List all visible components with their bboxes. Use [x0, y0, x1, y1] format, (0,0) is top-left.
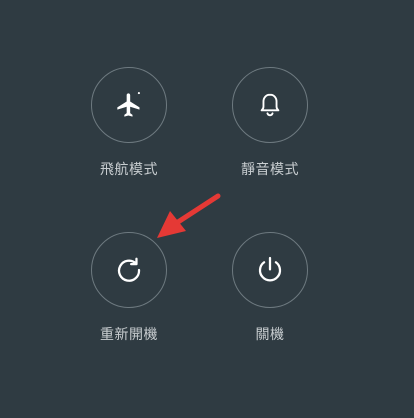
airplane-icon	[115, 91, 143, 119]
power-icon	[254, 254, 286, 286]
bell-icon	[256, 91, 284, 119]
reboot-circle[interactable]	[91, 232, 167, 308]
power-off-circle[interactable]	[232, 232, 308, 308]
silent-mode-label: 靜音模式	[241, 162, 299, 178]
reboot-button[interactable]: 重新開機	[70, 232, 190, 362]
silent-mode-button[interactable]: 靜音模式	[211, 67, 331, 197]
power-menu: 飛航模式 靜音模式 重新開機 關機	[0, 0, 414, 418]
power-off-label: 關機	[255, 327, 285, 343]
airplane-mode-button[interactable]: 飛航模式	[70, 67, 190, 197]
reboot-label: 重新開機	[100, 327, 158, 343]
power-off-button[interactable]: 關機	[211, 232, 331, 362]
airplane-mode-circle[interactable]	[91, 67, 167, 143]
silent-mode-circle[interactable]	[232, 67, 308, 143]
reboot-icon	[113, 254, 145, 286]
airplane-mode-label: 飛航模式	[100, 162, 158, 178]
